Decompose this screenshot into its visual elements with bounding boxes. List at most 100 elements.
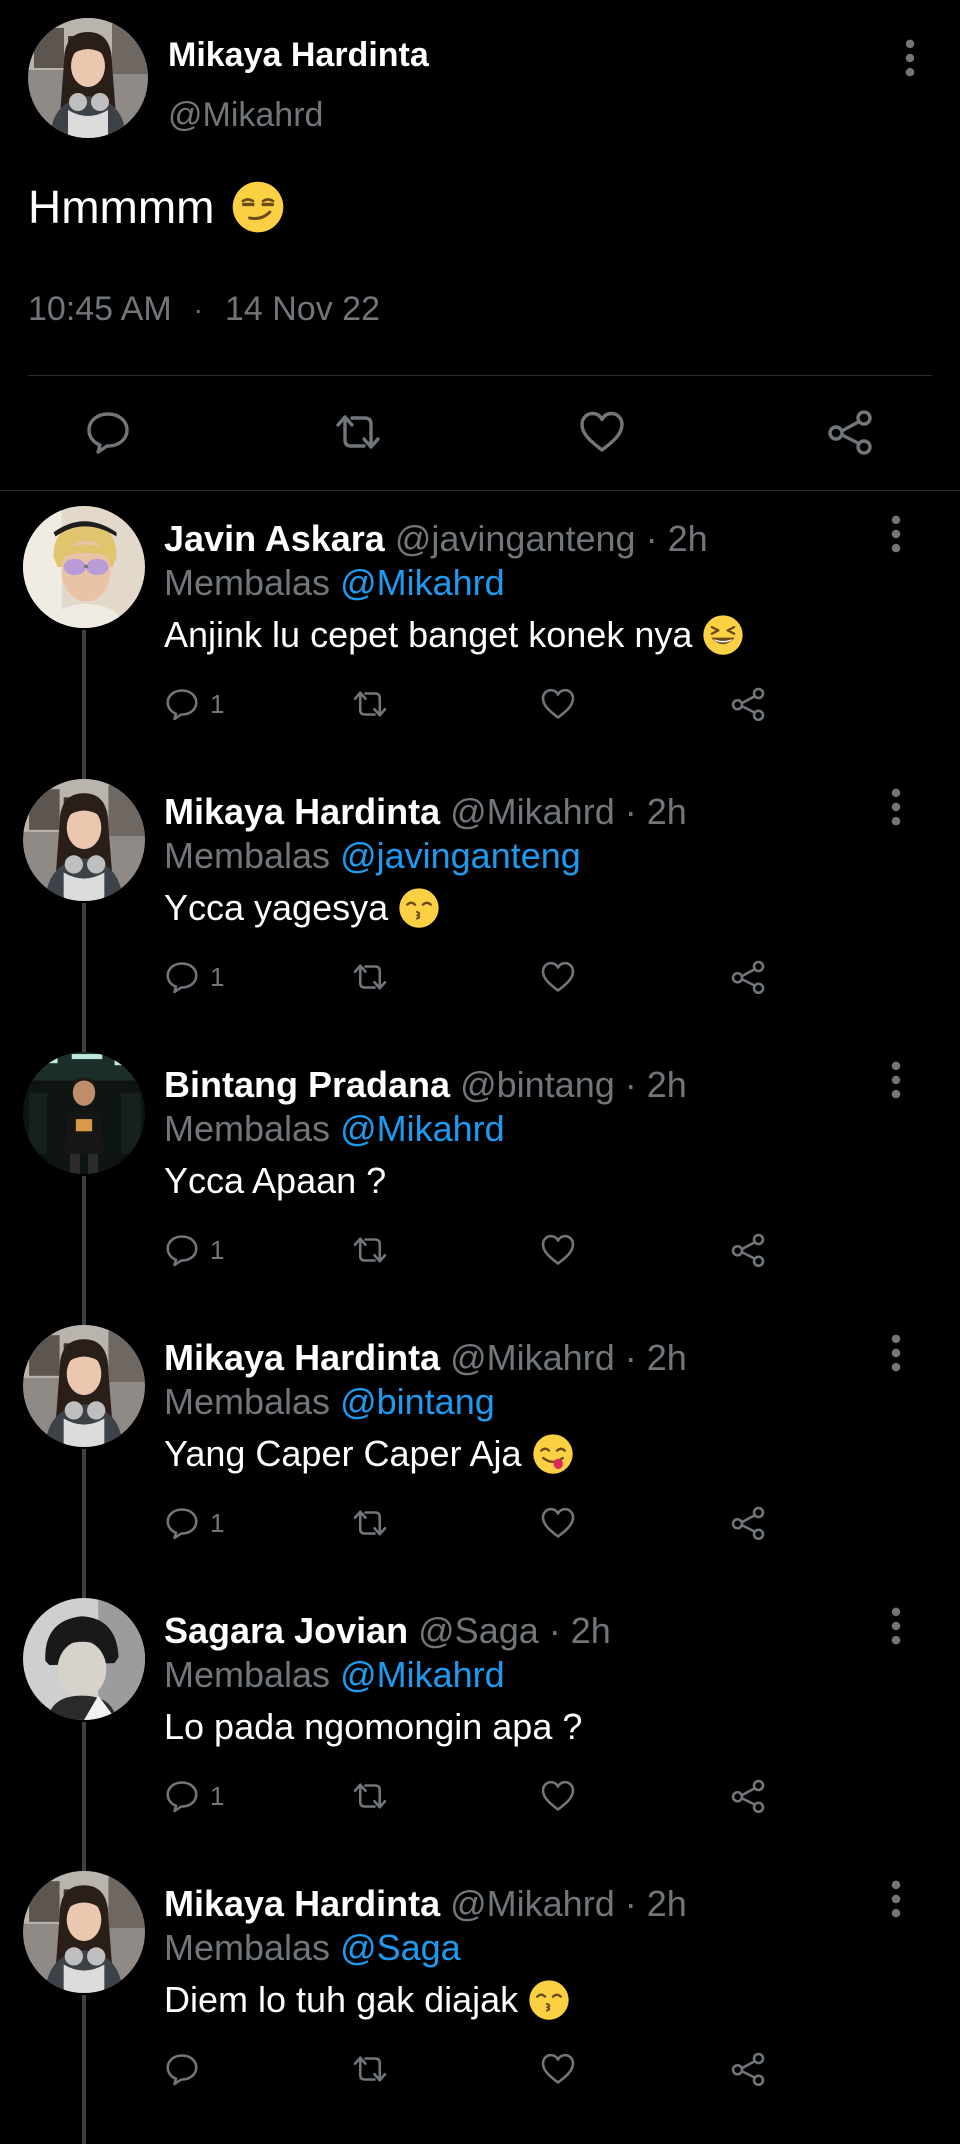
reply-button[interactable]: 1: [164, 1778, 224, 1814]
more-vertical-icon[interactable]: [893, 38, 927, 78]
replying-to-mention[interactable]: @javinganteng: [340, 835, 581, 876]
share-icon[interactable]: [730, 959, 766, 995]
reply-icon[interactable]: [164, 959, 200, 995]
more-vertical-icon[interactable]: [879, 1060, 913, 1100]
thread-connector: [82, 903, 86, 1052]
replying-to-mention[interactable]: @Saga: [340, 1927, 461, 1968]
replying-to-mention[interactable]: @Mikahrd: [340, 1108, 505, 1149]
reply-header: Mikaya Hardinta @Mikahrd · 2h: [164, 1337, 687, 1379]
retweet-icon[interactable]: [350, 1505, 390, 1541]
avatar[interactable]: [23, 1325, 145, 1447]
share-icon[interactable]: [730, 2051, 766, 2087]
heart-icon[interactable]: [540, 1232, 576, 1268]
share-icon[interactable]: [730, 1505, 766, 1541]
reply-item[interactable]: Javin Askara @javinganteng · 2h Membalas…: [0, 490, 960, 779]
author-handle[interactable]: @Mikahrd: [168, 96, 323, 135]
share-icon[interactable]: [730, 686, 766, 722]
reply-header: Bintang Pradana @bintang · 2h: [164, 1064, 687, 1106]
reply-author-name[interactable]: Mikaya Hardinta: [164, 1337, 440, 1378]
kissing-emoji-icon: [528, 1979, 570, 2021]
reply-text-body: Yang Caper Caper Aja: [164, 1433, 522, 1474]
reply-item[interactable]: Sagara Jovian @Saga · 2h Membalas @Mikah…: [0, 1582, 960, 1871]
more-vertical-icon[interactable]: [879, 514, 913, 554]
avatar[interactable]: [23, 1052, 145, 1174]
avatar[interactable]: [23, 506, 145, 628]
reply-icon[interactable]: [164, 1778, 200, 1814]
more-vertical-icon[interactable]: [879, 1333, 913, 1373]
reply-icon[interactable]: [84, 408, 132, 456]
replying-to-mention[interactable]: @Mikahrd: [340, 1654, 505, 1695]
avatar[interactable]: [23, 1871, 145, 1993]
reply-author-handle[interactable]: @javinganteng: [395, 518, 636, 559]
replying-to: Membalas @Saga: [164, 1927, 461, 1969]
retweet-icon[interactable]: [350, 686, 390, 722]
reply-icon[interactable]: [164, 1505, 200, 1541]
reply-button[interactable]: 1: [164, 959, 224, 995]
reply-author-name[interactable]: Bintang Pradana: [164, 1064, 450, 1105]
reply-author-handle[interactable]: @bintang: [460, 1064, 615, 1105]
reply-text-body: Diem lo tuh gak diajak: [164, 1979, 519, 2020]
smirk-emoji-icon: [231, 180, 285, 234]
tweet-time: 10:45 AM: [28, 290, 172, 328]
more-vertical-icon[interactable]: [879, 1606, 913, 1646]
replying-to: Membalas @Mikahrd: [164, 1108, 505, 1150]
retweet-icon[interactable]: [350, 1232, 390, 1268]
heart-icon[interactable]: [540, 686, 576, 722]
reply-text-body: Anjink lu cepet banget konek nya: [164, 614, 693, 655]
reply-text-body: Ycca Apaan ?: [164, 1160, 387, 1201]
replying-to-mention[interactable]: @bintang: [340, 1381, 495, 1422]
share-icon[interactable]: [730, 1778, 766, 1814]
reply-icon[interactable]: [164, 2051, 200, 2087]
reply-text: Ycca Apaan ?: [164, 1160, 386, 1202]
retweet-icon[interactable]: [332, 408, 384, 456]
reply-author-handle[interactable]: @Mikahrd: [450, 1883, 615, 1924]
reply-author-name[interactable]: Javin Askara: [164, 518, 385, 559]
share-icon[interactable]: [730, 1232, 766, 1268]
reply-icon[interactable]: [164, 1232, 200, 1268]
heart-icon[interactable]: [540, 1778, 576, 1814]
avatar[interactable]: [28, 18, 148, 138]
retweet-icon[interactable]: [350, 959, 390, 995]
heart-icon[interactable]: [578, 408, 626, 456]
reply-time: · 2h: [624, 1337, 687, 1378]
reply-button[interactable]: [164, 2051, 210, 2087]
reply-author-name[interactable]: Mikaya Hardinta: [164, 791, 440, 832]
author-name[interactable]: Mikaya Hardinta: [168, 36, 429, 75]
tweet-text-body: Hmmmm: [28, 181, 215, 233]
thread-connector: [82, 1722, 86, 1871]
avatar[interactable]: [23, 1598, 145, 1720]
reply-author-handle[interactable]: @Saga: [418, 1610, 539, 1651]
reply-count: 1: [210, 961, 225, 992]
reply-button[interactable]: 1: [164, 686, 224, 722]
replying-to-label: Membalas: [164, 1927, 331, 1968]
reply-author-handle[interactable]: @Mikahrd: [450, 1337, 615, 1378]
reply-time: · 2h: [624, 791, 687, 832]
reply-item[interactable]: Mikaya Hardinta @Mikahrd · 2h Membalas @…: [0, 1309, 960, 1598]
reply-author-name[interactable]: Mikaya Hardinta: [164, 1883, 440, 1924]
heart-icon[interactable]: [540, 2051, 576, 2087]
more-vertical-icon[interactable]: [879, 1879, 913, 1919]
thread-connector: [82, 630, 86, 779]
reply-author-name[interactable]: Sagara Jovian: [164, 1610, 408, 1651]
more-vertical-icon[interactable]: [879, 787, 913, 827]
reply-text-body: Lo pada ngomongin apa ?: [164, 1706, 583, 1747]
replying-to-mention[interactable]: @Mikahrd: [340, 562, 505, 603]
reply-item[interactable]: Bintang Pradana @bintang · 2h Membalas @…: [0, 1036, 960, 1325]
tweet-date[interactable]: 14 Nov 22: [225, 290, 380, 329]
retweet-icon[interactable]: [350, 2051, 390, 2087]
share-icon[interactable]: [826, 408, 874, 456]
reply-item[interactable]: Mikaya Hardinta @Mikahrd · 2h Membalas @…: [0, 763, 960, 1052]
tweet-text: Hmmmm: [28, 180, 285, 234]
reply-button[interactable]: 1: [164, 1505, 224, 1541]
reply-item[interactable]: Mikaya Hardinta @Mikahrd · 2h Membalas @…: [0, 1855, 960, 2144]
reply-count: 1: [210, 1780, 225, 1811]
reply-icon[interactable]: [164, 686, 200, 722]
avatar[interactable]: [23, 779, 145, 901]
reply-author-handle[interactable]: @Mikahrd: [450, 791, 615, 832]
reply-button[interactable]: 1: [164, 1232, 224, 1268]
retweet-icon[interactable]: [350, 1778, 390, 1814]
replying-to: Membalas @bintang: [164, 1381, 495, 1423]
heart-icon[interactable]: [540, 1505, 576, 1541]
heart-icon[interactable]: [540, 959, 576, 995]
replying-to-label: Membalas: [164, 1381, 331, 1422]
